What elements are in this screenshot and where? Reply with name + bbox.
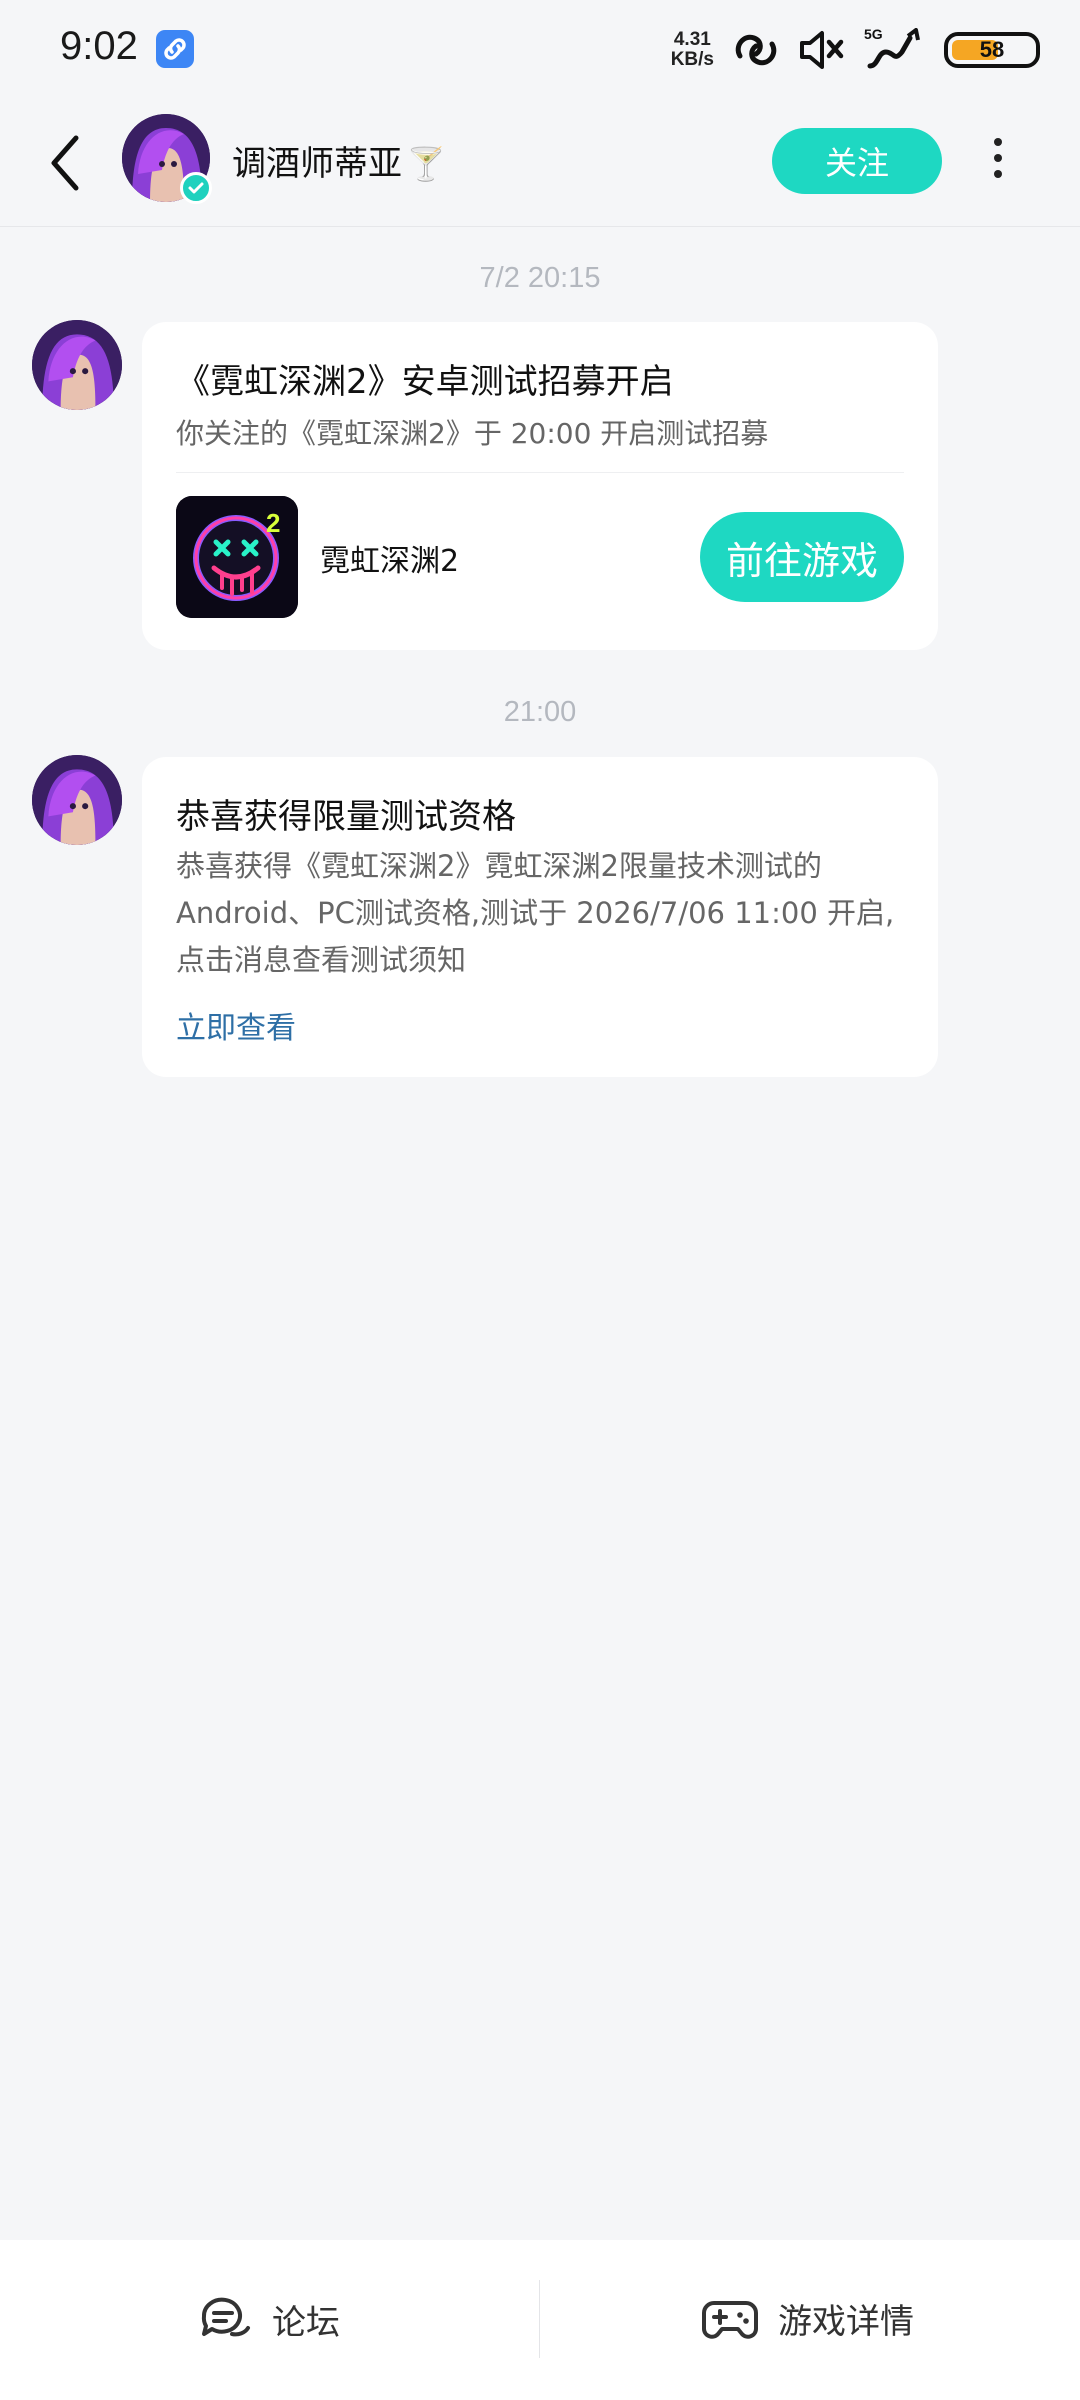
message-subtitle: 你关注的《霓虹深渊2》于 20:00 开启测试招募 — [176, 417, 769, 450]
game-details-tab[interactable]: 游戏详情 — [702, 2294, 914, 2343]
message-timestamp: 7/2 20:15 — [479, 262, 601, 294]
sender-avatar[interactable] — [32, 755, 122, 845]
signal-icon: 5G — [864, 26, 926, 72]
network-speed: 4.31 KB/s — [671, 30, 714, 70]
back-button[interactable] — [40, 128, 100, 198]
follow-button[interactable]: 关注 — [772, 128, 942, 194]
network-speed-unit: KB/s — [670, 49, 714, 70]
hotspot-icon — [735, 34, 777, 66]
forum-tab[interactable]: 论坛 — [198, 2294, 340, 2344]
bottom-bar-divider — [539, 2280, 540, 2358]
verified-badge-icon — [180, 172, 212, 204]
battery-icon: 58 — [944, 32, 1040, 68]
status-bar: 9:02 4.31 KB/s 5G 58 — [0, 0, 1080, 100]
more-options-button[interactable] — [978, 130, 1018, 194]
cocktail-emoji: 🍸 — [406, 145, 446, 183]
message-body-line: Android、PC测试资格,测试于 2026/7/06 11:00 开启, — [176, 896, 895, 930]
svg-text:2: 2 — [266, 508, 280, 538]
message-card-qualification[interactable]: 恭喜获得限量测试资格 恭喜获得《霓虹深渊2》霓虹深渊2限量技术测试的 Andro… — [142, 757, 938, 1077]
more-dot-icon — [994, 154, 1002, 162]
network-speed-value: 4.31 — [673, 29, 711, 50]
sender-avatar[interactable] — [32, 320, 122, 410]
gamepad-icon — [702, 2300, 758, 2339]
game-details-label: 游戏详情 — [778, 2302, 914, 2342]
chat-header: 调酒师蒂亚 🍸 关注 — [0, 100, 1080, 227]
go-to-game-button[interactable]: 前往游戏 — [700, 512, 904, 602]
forum-label: 论坛 — [272, 2302, 340, 2343]
status-time: 9:02 — [60, 24, 138, 68]
back-arrow-icon — [51, 135, 79, 191]
mute-icon — [800, 31, 844, 69]
message-body: 恭喜获得《霓虹深渊2》霓虹深渊2限量技术测试的 Android、PC测试资格,测… — [176, 843, 906, 984]
game-name: 霓虹深渊2 — [320, 544, 460, 579]
message-card-recruitment[interactable]: 《霓虹深渊2》安卓测试招募开启 你关注的《霓虹深渊2》于 20:00 开启测试招… — [142, 322, 938, 650]
forum-icon — [201, 2297, 250, 2337]
message-title: 恭喜获得限量测试资格 — [176, 797, 516, 837]
battery-level: 58 — [979, 37, 1005, 62]
app-notification-icon — [156, 30, 194, 68]
page-title-text: 调酒师蒂亚 — [232, 144, 402, 184]
message-body-line: 恭喜获得《霓虹深渊2》霓虹深渊2限量技术测试的 — [176, 849, 822, 883]
game-icon[interactable]: 2 — [176, 496, 298, 618]
message-title: 《霓虹深渊2》安卓测试招募开启 — [176, 362, 674, 402]
page-title: 调酒师蒂亚 🍸 — [232, 136, 446, 185]
message-timestamp: 21:00 — [503, 696, 577, 728]
more-dot-icon — [994, 138, 1002, 146]
message-body-line: 点击消息查看测试须知 — [176, 943, 467, 977]
more-dot-icon — [994, 170, 1002, 178]
card-divider — [176, 472, 904, 473]
view-now-link[interactable]: 立即查看 — [176, 1003, 296, 1047]
bottom-bar: 论坛 游戏详情 — [0, 2240, 1080, 2400]
